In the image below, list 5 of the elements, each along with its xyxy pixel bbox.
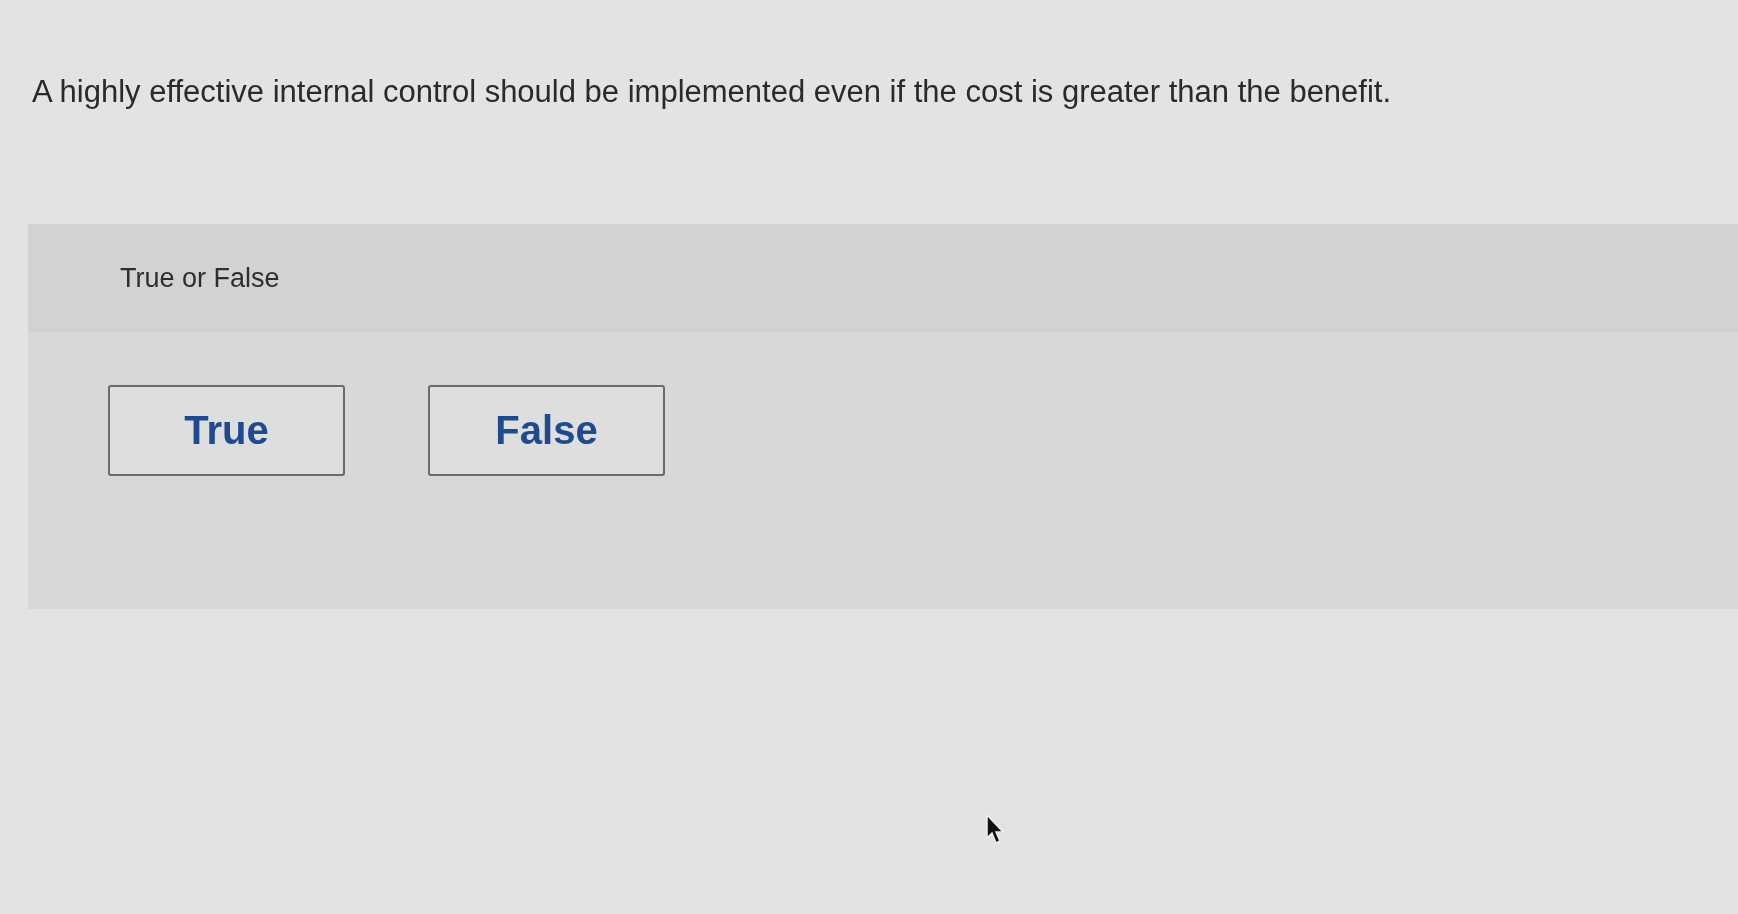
mouse-pointer-icon <box>986 814 1006 846</box>
question-text: A highly effective internal control should be implemented even if the cost is greater than the benefit. <box>32 74 1393 110</box>
question-type-label: True or False <box>120 262 280 294</box>
answer-button[interactable]: True <box>108 385 345 476</box>
answer-button[interactable]: False <box>428 385 665 476</box>
